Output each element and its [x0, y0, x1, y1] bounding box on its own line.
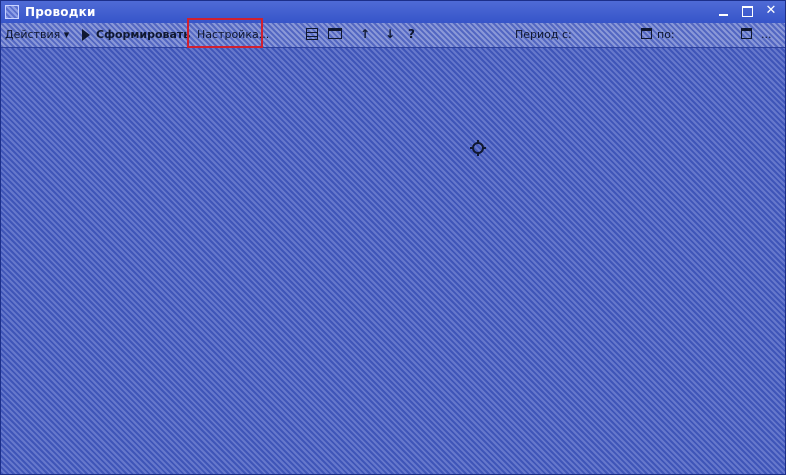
- help-icon[interactable]: ?: [408, 27, 415, 41]
- arrow-up-icon[interactable]: ↑: [360, 27, 370, 41]
- app-icon: [5, 5, 19, 19]
- window-title: Проводки: [25, 5, 96, 19]
- play-icon: [82, 29, 90, 41]
- title-bar[interactable]: Проводки ✕: [1, 1, 785, 23]
- arrow-down-icon[interactable]: ↓: [385, 27, 395, 41]
- actions-menu-button[interactable]: Действия ▾: [5, 27, 69, 43]
- table-icon[interactable]: [306, 28, 318, 40]
- report-content-area[interactable]: [1, 48, 785, 474]
- layout-icon[interactable]: [328, 28, 342, 39]
- period-from-label: Период с:: [515, 28, 572, 41]
- maximize-button[interactable]: [739, 3, 755, 19]
- period-to-label: по:: [657, 28, 675, 41]
- loading-cursor-icon: [470, 140, 486, 156]
- minimize-button[interactable]: [715, 3, 731, 19]
- generate-button[interactable]: Сформировать: [96, 27, 190, 43]
- settings-highlight-box: [187, 18, 263, 48]
- close-button[interactable]: ✕: [763, 3, 779, 19]
- more-button[interactable]: ...: [761, 27, 772, 43]
- calendar-to-icon[interactable]: [741, 28, 752, 39]
- toolbar: Действия ▾ Сформировать Настройка... ↑ ↓…: [1, 23, 785, 48]
- report-window: Проводки ✕ Действия ▾ Сформировать Настр…: [0, 0, 786, 475]
- window-controls: ✕: [715, 3, 779, 19]
- calendar-from-icon[interactable]: [641, 28, 652, 39]
